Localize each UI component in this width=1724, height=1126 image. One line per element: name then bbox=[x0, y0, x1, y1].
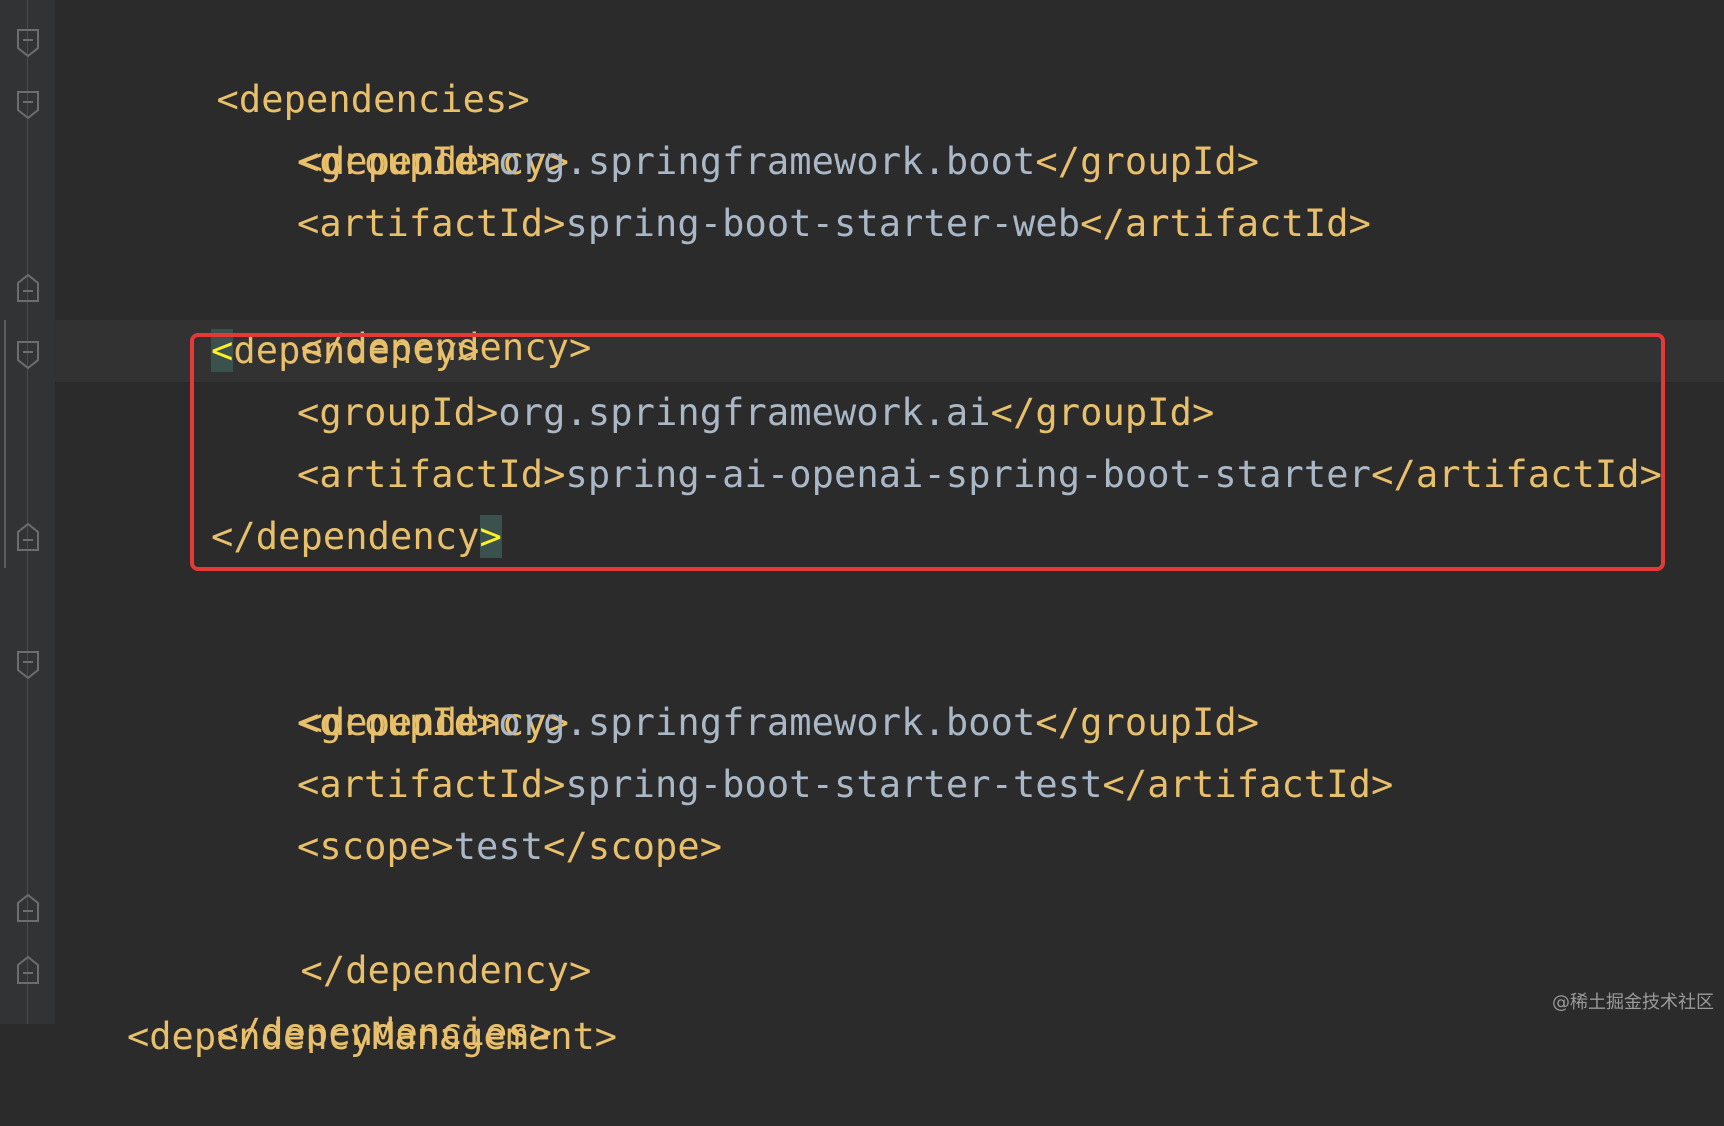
code-line-1[interactable]: <dependencies> bbox=[127, 7, 530, 121]
code-line-10[interactable]: <dependency> bbox=[211, 630, 569, 744]
fold-close-icon[interactable] bbox=[16, 522, 40, 552]
code-line-3[interactable]: <groupId>org.springframework.boot</group… bbox=[297, 131, 1259, 193]
xml-tag: <scope> bbox=[297, 825, 454, 868]
xml-tag: <artifactId> bbox=[297, 202, 566, 245]
fold-open-icon[interactable] bbox=[16, 90, 40, 120]
fold-close-icon[interactable] bbox=[16, 273, 40, 303]
code-line-5[interactable]: </dependency> bbox=[211, 255, 592, 369]
watermark: @稀土掘金技术社区 bbox=[1552, 992, 1714, 1013]
fold-open-icon[interactable] bbox=[16, 28, 40, 58]
xml-text: org.springframework.boot bbox=[498, 140, 1036, 183]
code-line-15[interactable]: </dependencies> bbox=[127, 940, 553, 1054]
fold-open-icon[interactable] bbox=[16, 650, 40, 680]
xml-tag: </scope> bbox=[543, 825, 723, 868]
fold-close-icon[interactable] bbox=[16, 893, 40, 923]
code-line-4[interactable]: <artifactId>spring-boot-starter-web</art… bbox=[297, 193, 1371, 255]
code-line-13[interactable]: <scope>test</scope> bbox=[297, 816, 722, 878]
xml-tag: </artifactId> bbox=[1080, 202, 1372, 245]
fold-close-icon[interactable] bbox=[16, 955, 40, 985]
xml-text: spring-boot-starter-web bbox=[565, 202, 1081, 245]
code-line-2[interactable]: <dependency> bbox=[211, 69, 569, 183]
code-line-14[interactable]: </dependency> bbox=[211, 878, 592, 992]
xml-tag: </groupId> bbox=[1035, 701, 1260, 744]
xml-text: test bbox=[453, 825, 544, 868]
xml-tag: </artifactId> bbox=[1102, 763, 1394, 806]
annotation-highlight-box bbox=[190, 333, 1665, 571]
xml-text: org.springframework.boot bbox=[498, 701, 1036, 744]
xml-tag: <groupId> bbox=[297, 701, 499, 744]
xml-tag: <groupId> bbox=[297, 140, 499, 183]
code-line-partial[interactable]: <dependencyManagement> bbox=[127, 1006, 617, 1068]
code-line-12[interactable]: <artifactId>spring-boot-starter-test</ar… bbox=[297, 754, 1393, 816]
code-editor[interactable]: <dependencies> <dependency> <groupId>org… bbox=[0, 0, 1724, 1058]
xml-text: spring-boot-starter-test bbox=[565, 763, 1103, 806]
code-line-11[interactable]: <groupId>org.springframework.boot</group… bbox=[297, 692, 1259, 754]
xml-tag: <artifactId> bbox=[297, 763, 566, 806]
fold-open-icon[interactable] bbox=[16, 340, 40, 370]
xml-tag: </groupId> bbox=[1035, 140, 1260, 183]
